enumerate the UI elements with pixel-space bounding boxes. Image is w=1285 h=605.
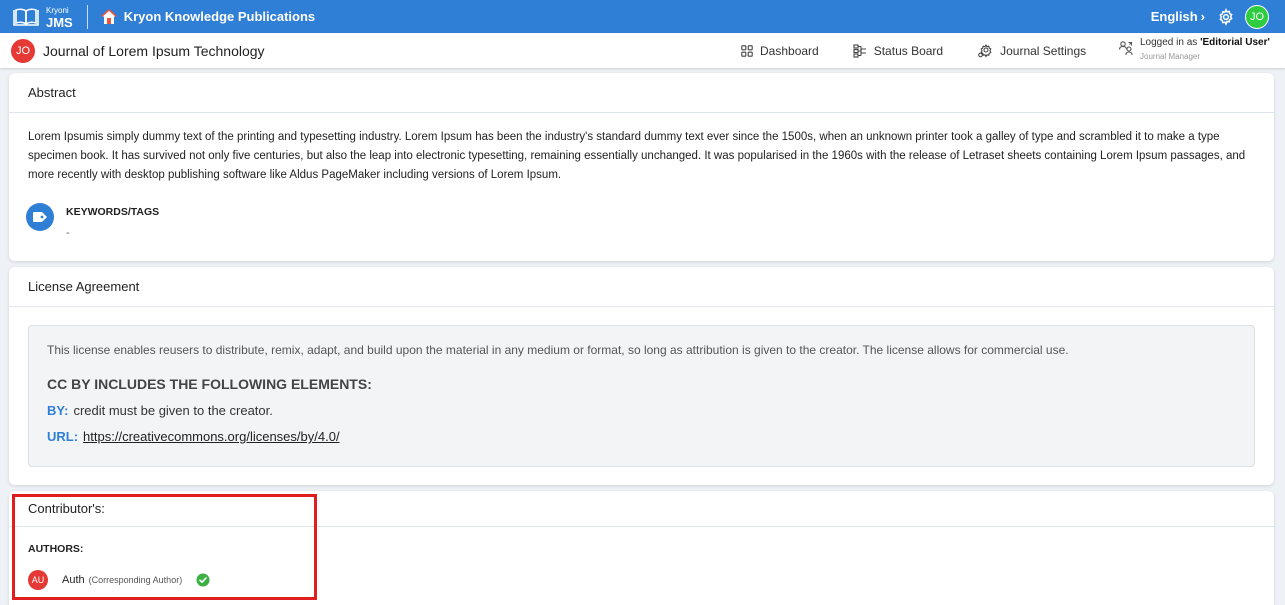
dashboard-icon [741,44,753,57]
user-role: Journal Manager [1140,52,1201,61]
author-item: AU Auth (Corresponding Author) [28,570,1274,590]
author-avatar: AU [28,570,48,590]
nav-journal-settings-label: Journal Settings [1000,43,1087,58]
license-by-line: BY: credit must be given to the creator. [47,403,1236,418]
author-name[interactable]: Auth [62,574,85,586]
app-title: Kryon Knowledge Publications [123,9,316,24]
license-by-key: BY: [47,403,69,418]
license-box: This license enables reusers to distribu… [28,325,1255,467]
contributors-heading: Contributor's: [9,491,1274,527]
keywords-section: KEYWORDS/TAGS - [26,203,1274,239]
check-icon [196,573,210,587]
journal-settings-icon [978,43,992,57]
license-url-link[interactable]: https://creativecommons.org/licenses/by/… [83,429,340,444]
brand-text: Kryoni JMS [46,5,73,30]
brand-small-label: Kryoni [46,5,69,15]
authors-label: AUTHORS: [28,543,84,555]
license-url-key: URL: [47,429,79,444]
book-logo-icon [10,4,42,30]
abstract-card: Abstract Lorem Ipsumis simply dummy text… [9,73,1274,261]
nav-status-board[interactable]: Status Board [853,44,943,58]
app-title-link[interactable]: Kryon Knowledge Publications [100,8,315,26]
language-selector[interactable]: English › [1151,9,1205,24]
license-elements-heading: CC BY INCLUDES THE FOLLOWING ELEMENTS: [47,376,372,392]
user-avatar[interactable]: JO [1245,4,1269,29]
logged-in-prefix: Logged in as [1140,37,1201,48]
status-board-icon [853,43,866,58]
nav-dashboard-label: Dashboard [760,43,819,58]
language-label: English [1150,9,1198,24]
nav-status-board-label: Status Board [873,43,944,58]
gear-icon[interactable] [1217,7,1235,26]
brand-divider [86,4,88,29]
journal-avatar: JO [11,38,35,63]
license-description: This license enables reusers to distribu… [47,343,1069,357]
contributors-card: Contributor's: AUTHORS: AU Auth (Corresp… [9,491,1274,605]
keywords-value: - [66,227,70,239]
brand-big-label: JMS [46,14,73,30]
home-icon [100,8,117,24]
abstract-heading: Abstract [9,73,1274,113]
top-bar: Kryoni JMS Kryon Knowledge Publications … [0,0,1285,33]
nav-journal-settings[interactable]: Journal Settings [977,43,1086,59]
journal-bar: JO Journal of Lorem Ipsum Technology Das… [0,33,1285,68]
license-card: License Agreement This license enables r… [9,267,1274,485]
user-switch-icon [1118,41,1133,56]
chevron-right-icon: › [1200,9,1205,24]
topbar-right: English › JO [1151,4,1285,29]
brand[interactable]: Kryoni JMS [0,0,73,33]
author-role: (Corresponding Author) [88,575,183,585]
license-url-line: URL: https://creativecommons.org/licenses… [47,429,1236,444]
journal-nav: Dashboard Status Board Journal Settings [741,33,1120,68]
tag-icon [26,203,54,231]
abstract-text: Lorem Ipsumis simply dummy text of the p… [28,131,1246,181]
nav-dashboard[interactable]: Dashboard [741,44,819,58]
license-heading: License Agreement [9,267,1274,307]
license-by-text: credit must be given to the creator. [73,403,273,418]
logged-in-line: Logged in as 'Editorial User' [1140,36,1270,50]
logged-in-info[interactable]: Logged in as 'Editorial User' Journal Ma… [1118,36,1270,64]
logged-in-user: 'Editorial User' [1200,37,1270,48]
journal-title[interactable]: Journal of Lorem Ipsum Technology [43,43,265,59]
keywords-label: KEYWORDS/TAGS [66,206,160,218]
